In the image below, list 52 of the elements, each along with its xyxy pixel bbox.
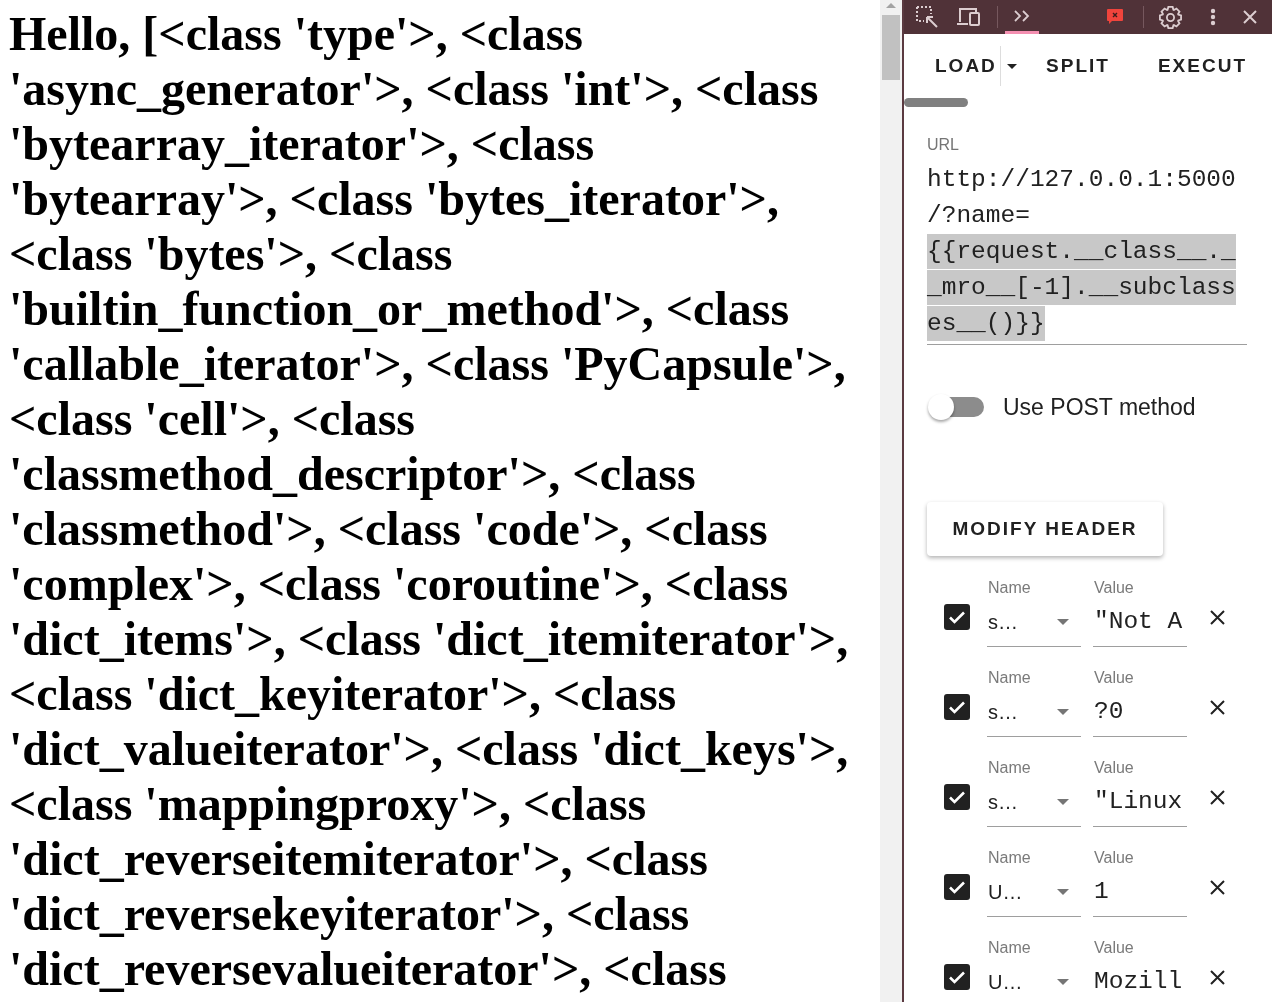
dropdown-arrow-icon xyxy=(1057,799,1069,805)
checkbox[interactable] xyxy=(944,784,970,810)
dropdown-arrow-icon xyxy=(1057,619,1069,625)
field-label: Value xyxy=(1093,848,1134,868)
inspect-icon[interactable] xyxy=(916,6,938,28)
field-label: URL xyxy=(927,135,959,155)
close-icon[interactable] xyxy=(1210,790,1225,805)
settings-icon[interactable] xyxy=(1159,5,1182,29)
checkbox[interactable] xyxy=(944,964,970,990)
field-label: Value xyxy=(1093,758,1134,778)
scrollbar-thumb[interactable] xyxy=(904,98,968,107)
name-select[interactable]: Name U… xyxy=(987,848,1081,917)
name-select[interactable]: Name s… xyxy=(987,668,1081,737)
scrollbar-thumb[interactable] xyxy=(882,15,900,80)
value-field[interactable]: Value "Not A xyxy=(1093,578,1187,647)
field-label: Name xyxy=(987,938,1031,958)
dropdown-arrow-icon xyxy=(1057,709,1069,715)
close-icon[interactable] xyxy=(1210,610,1225,625)
field-label: Name xyxy=(987,848,1031,868)
field-label: Value xyxy=(1093,578,1134,598)
device-icon[interactable] xyxy=(957,7,981,27)
toggle-switch[interactable] xyxy=(927,393,985,421)
name-select[interactable]: Name s… xyxy=(987,578,1081,647)
checkbox[interactable] xyxy=(944,604,970,630)
field-label: Name xyxy=(987,578,1031,598)
page-heading: Hello, [<class 'type'>, <class 'async_generator'>, <class 'int'>, <class 'bytearray_iterator'>, <class 'bytearray'>, <class 'bytes_iterator'>, <class 'bytes'>, <class 'builtin_function_or_method'>, <class 'callable_iterator'>, <class 'PyCapsule'>, <class 'cell'>, <class 'classmethod_descriptor'>, <class 'classmethod'>, <class 'code'>, <class 'complex'>, <class 'coroutine'>, <class 'dict_items'>, <class 'dict_itemiterator'>, <class 'dict_keyiterator'>, <class 'dict_valueiterator'>, <class 'dict_keys'>, <class 'mappingproxy'>, <class 'dict_reverseitemiterator'>, <class 'dict_reversekeyiterator'>, <class 'dict_reversevalueiterator'>, <class xyxy=(9,6,850,996)
double-chevron-icon xyxy=(1013,9,1031,22)
toggle-label: Use POST method xyxy=(1003,392,1196,422)
field-label: Value xyxy=(1093,668,1134,688)
name-select[interactable]: Name s… xyxy=(987,758,1081,827)
name-select[interactable]: Name U… xyxy=(987,938,1081,1002)
error-badge-icon[interactable] xyxy=(1107,9,1123,25)
field-label: Name xyxy=(987,758,1031,778)
close-icon[interactable] xyxy=(1210,970,1225,985)
close-icon[interactable] xyxy=(1210,700,1225,715)
field-label: Name xyxy=(987,668,1031,688)
value-field[interactable]: Value "Linux xyxy=(1093,758,1187,827)
value-field[interactable]: Value 1 xyxy=(1093,848,1187,917)
modify-header-button[interactable]: MODIFY HEADER xyxy=(927,502,1163,556)
caret-icon xyxy=(1006,63,1017,69)
more-options-icon[interactable] xyxy=(1210,8,1216,26)
value-field[interactable]: Value Mozill xyxy=(1093,938,1187,1002)
checkbox[interactable] xyxy=(944,694,970,720)
toolbar-button[interactable]: LOAD xyxy=(904,46,1000,86)
toolbar-button[interactable]: EXECUT xyxy=(1134,46,1272,86)
field-label: Value xyxy=(1093,938,1134,958)
checkbox[interactable] xyxy=(944,874,970,900)
dropdown-arrow-icon xyxy=(1057,889,1069,895)
dropdown-arrow-icon xyxy=(1057,979,1069,985)
close-icon[interactable] xyxy=(1210,880,1225,895)
value-field[interactable]: Value ?0 xyxy=(1093,668,1187,737)
toolbar-button[interactable]: SPLIT xyxy=(1023,46,1135,86)
